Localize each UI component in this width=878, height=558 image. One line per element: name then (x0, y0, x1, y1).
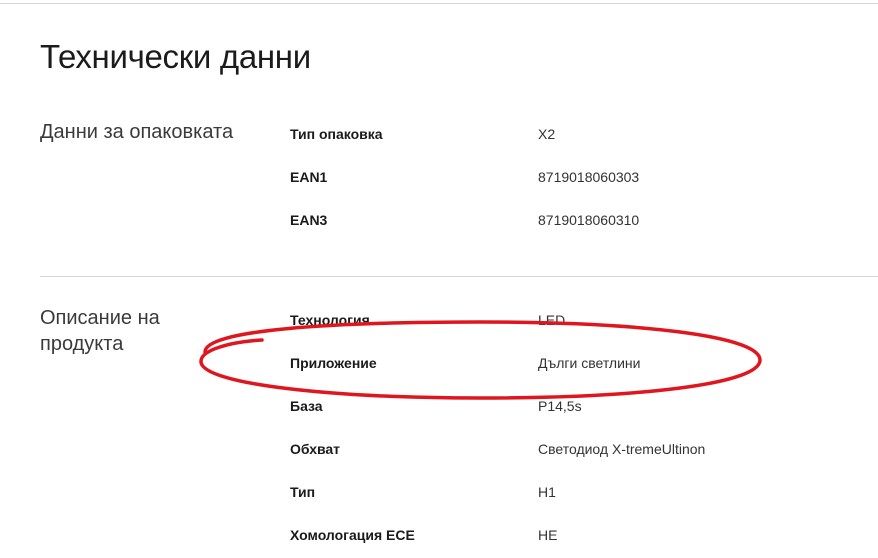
technical-data-page: Технически данни Данни за опаковката Тип… (0, 0, 878, 558)
top-divider (0, 3, 878, 4)
spec-label-range: Обхват (290, 441, 341, 457)
spec-value-ean3: 8719018060310 (538, 212, 640, 228)
spec-label-ean3: EAN3 (290, 212, 328, 228)
spec-label-technology: Технология (290, 312, 370, 328)
spec-value-technology: LED (538, 312, 566, 328)
highlight-ellipse-annotation (199, 320, 762, 400)
spec-label-type: Тип (290, 484, 316, 500)
spec-value-application: Дълги светлини (538, 355, 641, 371)
spec-value-package-type: X2 (538, 126, 556, 142)
page-title: Технически данни (40, 38, 311, 75)
spec-label-package-type: Тип опаковка (290, 126, 383, 142)
section-title-product-description: Описание на продукта (40, 307, 160, 355)
spec-label-base: База (290, 398, 323, 414)
spec-label-ean1: EAN1 (290, 169, 328, 185)
spec-label-application: Приложение (290, 355, 377, 371)
spec-value-base: P14,5s (538, 398, 582, 414)
spec-label-ece-homologation: Хомологация ECE (290, 527, 415, 543)
spec-value-type: H1 (538, 484, 556, 500)
spec-value-ece-homologation: НЕ (538, 527, 558, 543)
section-divider (40, 276, 878, 277)
section-title-packaging: Данни за опаковката (40, 121, 234, 143)
spec-value-ean1: 8719018060303 (538, 169, 640, 185)
highlight-ellipse-stroke (199, 320, 762, 400)
spec-value-range: Светодиод X-tremeUltinon (538, 441, 706, 457)
